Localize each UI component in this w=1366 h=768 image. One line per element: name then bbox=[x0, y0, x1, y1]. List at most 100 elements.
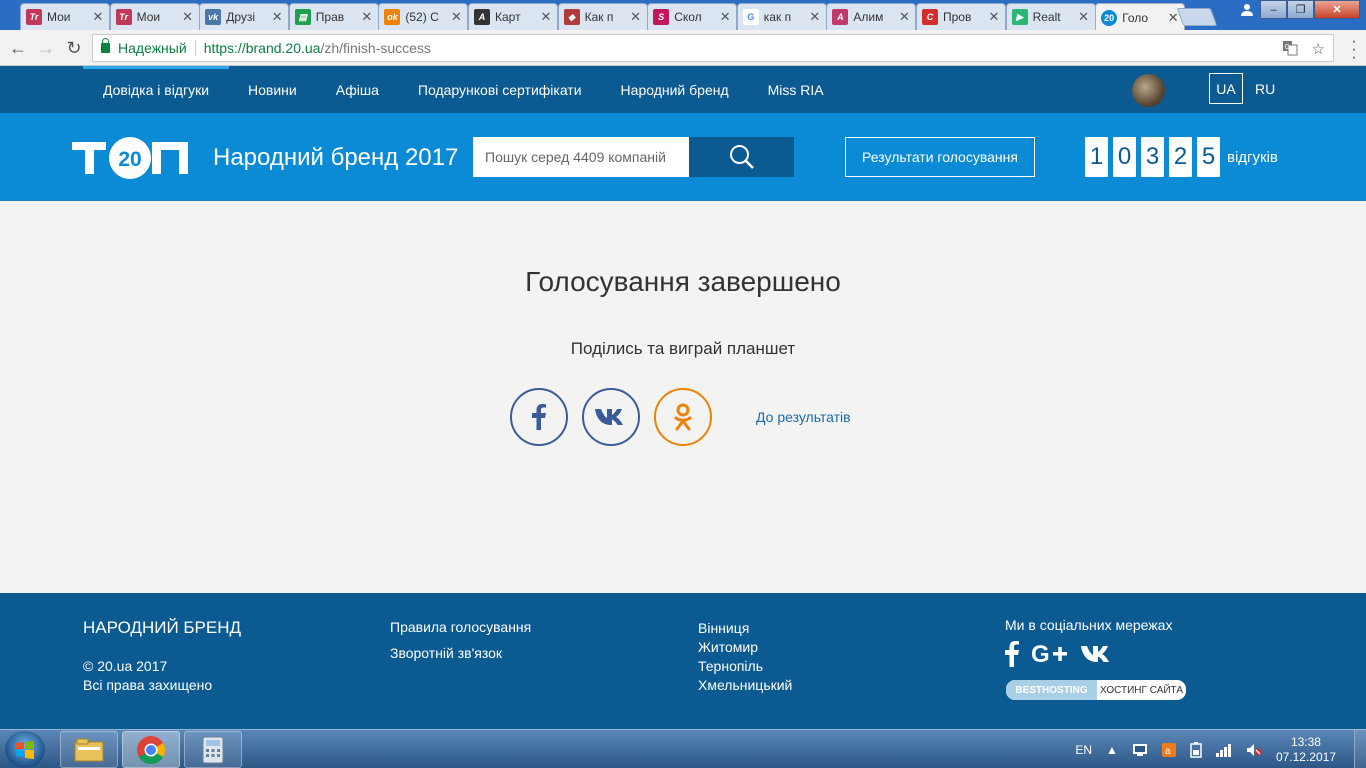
voting-rules-link[interactable]: Правила голосування bbox=[390, 619, 531, 635]
folder-icon bbox=[74, 738, 104, 761]
avast-icon[interactable]: a bbox=[1161, 742, 1176, 757]
signal-icon[interactable] bbox=[1215, 743, 1232, 757]
address-bar[interactable]: Надежный https://brand.20.ua/zh/finish-s… bbox=[92, 34, 1334, 62]
company-search-input[interactable] bbox=[473, 137, 689, 177]
tab-close-icon[interactable]: ✕ bbox=[182, 9, 194, 25]
battery-icon[interactable] bbox=[1190, 741, 1202, 758]
footer-cities: Вінниця Житомир Тернопіль Хмельницький bbox=[698, 619, 792, 695]
browser-tab[interactable]: Gкак п ✕ bbox=[736, 3, 827, 30]
forward-icon[interactable]: → bbox=[35, 37, 57, 59]
tab-close-icon[interactable]: ✕ bbox=[988, 9, 1000, 25]
footer-social-icons: G bbox=[1005, 641, 1113, 670]
lang-ua-button[interactable]: UA bbox=[1209, 73, 1243, 104]
browser-tab[interactable]: C Пров ✕ bbox=[916, 3, 1006, 30]
tab-favicon-icon: A bbox=[474, 9, 490, 25]
city-link[interactable]: Хмельницький bbox=[698, 676, 792, 695]
volume-muted-icon[interactable] bbox=[1246, 743, 1262, 757]
browser-tab[interactable]: ▶ Realt ✕ bbox=[1005, 3, 1096, 30]
counter-digit: 1 bbox=[1085, 137, 1108, 177]
vk-icon[interactable] bbox=[1081, 644, 1113, 667]
tab-close-icon[interactable]: ✕ bbox=[92, 9, 104, 25]
input-language[interactable]: EN bbox=[1075, 743, 1092, 757]
new-tab-button[interactable] bbox=[1176, 8, 1218, 26]
system-clock[interactable]: 13:38 07.12.2017 bbox=[1276, 735, 1336, 765]
share-vk-button[interactable] bbox=[582, 388, 640, 446]
top20-logo[interactable]: 20 bbox=[72, 134, 188, 180]
share-odnoklassniki-button[interactable] bbox=[654, 388, 712, 446]
browser-tab[interactable]: A Алим ✕ bbox=[826, 3, 917, 30]
browser-tab[interactable]: ok (52) С ✕ bbox=[378, 3, 469, 30]
browser-tab[interactable]: Tr Мои ✕ bbox=[109, 3, 200, 30]
feedback-link[interactable]: Зворотній зв'язок bbox=[390, 645, 531, 661]
svg-text:G: G bbox=[1031, 642, 1050, 666]
tab-close-icon[interactable]: ✕ bbox=[271, 9, 283, 25]
nav-item-people-brand[interactable]: Народний бренд bbox=[621, 82, 729, 98]
user-avatar[interactable] bbox=[1132, 74, 1165, 107]
maximize-button[interactable]: ❐ bbox=[1287, 0, 1314, 19]
voting-results-button[interactable]: Результати голосування bbox=[845, 137, 1035, 177]
footer-social-title: Ми в соціальних мережах bbox=[1005, 617, 1173, 633]
tab-title: Друзі bbox=[226, 10, 256, 24]
tab-close-icon[interactable]: ✕ bbox=[898, 9, 910, 25]
network-status-icon[interactable] bbox=[1132, 743, 1148, 757]
taskbar-calculator[interactable] bbox=[184, 731, 242, 768]
browser-tab[interactable]: S Скол ✕ bbox=[647, 3, 738, 30]
nav-item-news[interactable]: Новини bbox=[248, 82, 297, 98]
footer-links: Правила голосування Зворотній зв'язок bbox=[390, 619, 531, 671]
browser-tab[interactable]: ◆ Как п ✕ bbox=[557, 3, 648, 30]
search-button[interactable] bbox=[689, 137, 794, 177]
facebook-icon[interactable] bbox=[1005, 641, 1019, 670]
show-desktop-button[interactable] bbox=[1354, 730, 1366, 768]
tab-close-icon[interactable]: ✕ bbox=[809, 9, 821, 25]
translate-icon[interactable]: G bbox=[1282, 40, 1298, 60]
to-results-link[interactable]: До результатів bbox=[756, 409, 851, 425]
browser-tab[interactable]: Tr Мои ✕ bbox=[20, 3, 110, 30]
tab-close-icon[interactable]: ✕ bbox=[540, 9, 552, 25]
nav-item-miss-ria[interactable]: Miss RIA bbox=[768, 82, 824, 98]
hosting-tagline: ХОСТИНГ САЙТА bbox=[1099, 684, 1184, 696]
secure-indicator[interactable]: Надежный bbox=[101, 38, 187, 56]
browser-tab[interactable]: vk Друзі ✕ bbox=[199, 3, 290, 30]
browser-tab[interactable]: A Карт ✕ bbox=[468, 3, 558, 30]
tab-favicon-icon: vk bbox=[205, 9, 222, 25]
browser-tab[interactable]: 20 Голо ✕ bbox=[1095, 3, 1186, 31]
profile-icon[interactable] bbox=[1234, 0, 1260, 19]
google-plus-icon[interactable]: G bbox=[1031, 641, 1069, 669]
back-icon[interactable]: ← bbox=[7, 37, 29, 59]
taskbar-explorer[interactable] bbox=[60, 731, 118, 768]
browser-menu-icon[interactable]: · · · bbox=[1351, 32, 1357, 65]
start-button[interactable] bbox=[5, 731, 45, 768]
tab-close-icon[interactable]: ✕ bbox=[361, 9, 373, 25]
main-content: Голосування завершено Поділись та виграй… bbox=[0, 202, 1366, 593]
bookmark-star-icon[interactable]: ☆ bbox=[1312, 40, 1325, 60]
share-facebook-button[interactable] bbox=[510, 388, 568, 446]
nav-item-afisha[interactable]: Афіша bbox=[336, 82, 379, 98]
city-link[interactable]: Тернопіль bbox=[698, 657, 792, 676]
window-controls: – ❐ ✕ bbox=[1234, 0, 1360, 19]
nav-item-help[interactable]: Довідка і відгуки bbox=[103, 82, 209, 98]
lang-ru-button[interactable]: RU bbox=[1255, 73, 1279, 104]
tab-close-icon[interactable]: ✕ bbox=[630, 9, 642, 25]
share-prompt: Поділись та виграй планшет bbox=[570, 339, 796, 358]
browser-tab[interactable]: ▤ Прав ✕ bbox=[288, 3, 379, 30]
search-icon bbox=[729, 145, 754, 169]
city-link[interactable]: Житомир bbox=[698, 638, 792, 657]
nav-item-gift-certificates[interactable]: Подарункові сертифікати bbox=[418, 82, 582, 98]
windows-taskbar: EN ▲ a 13:38 07.12.2017 bbox=[0, 729, 1366, 768]
tab-close-icon[interactable]: ✕ bbox=[1078, 9, 1090, 25]
footer-brand: НАРОДНИЙ БРЕНД bbox=[83, 618, 242, 637]
tab-favicon-icon: C bbox=[922, 9, 938, 25]
tab-title: Мои bbox=[47, 10, 71, 24]
taskbar-chrome[interactable] bbox=[122, 731, 180, 768]
tab-close-icon[interactable]: ✕ bbox=[450, 9, 462, 25]
tab-title: Realt bbox=[1032, 10, 1061, 24]
reload-icon[interactable]: ↻ bbox=[63, 37, 85, 59]
minimize-button[interactable]: – bbox=[1260, 0, 1287, 19]
besthosting-badge[interactable]: BESTHOSTING ХОСТИНГ САЙТА bbox=[1006, 680, 1186, 700]
tab-close-icon[interactable]: ✕ bbox=[719, 9, 731, 25]
tray-expand-icon[interactable]: ▲ bbox=[1106, 743, 1118, 757]
tab-favicon-icon: Tr bbox=[115, 9, 132, 25]
close-window-button[interactable]: ✕ bbox=[1314, 0, 1360, 19]
tab-title: Голо bbox=[1122, 10, 1149, 25]
city-link[interactable]: Вінниця bbox=[698, 619, 792, 638]
